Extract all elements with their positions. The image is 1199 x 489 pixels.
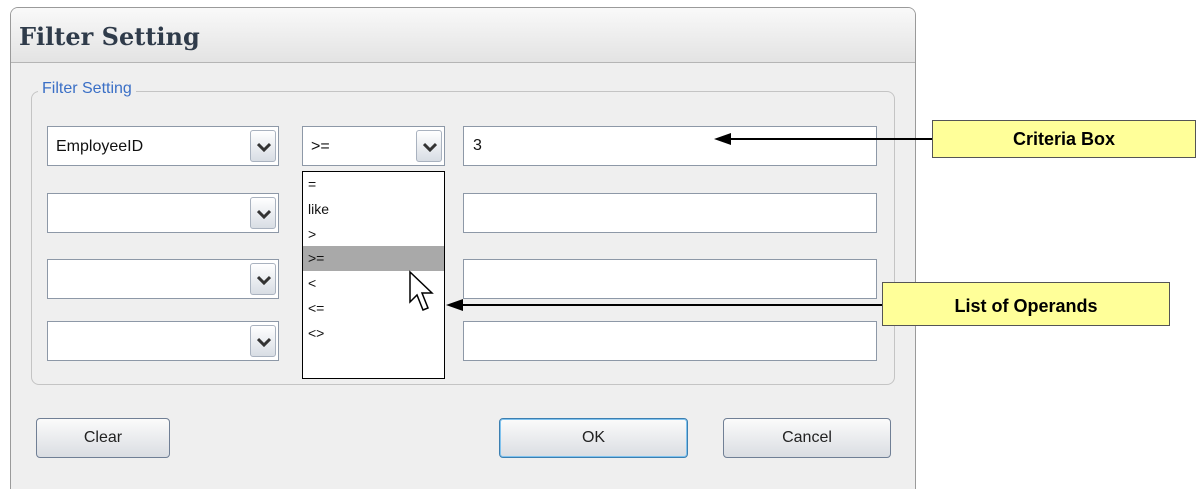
criteria-box-arrow <box>714 133 932 145</box>
operands-list-arrow <box>446 299 882 311</box>
criteria-box-callout: Criteria Box <box>932 120 1196 158</box>
annotation-arrows <box>446 133 932 311</box>
list-of-operands-callout: List of Operands <box>882 282 1170 326</box>
